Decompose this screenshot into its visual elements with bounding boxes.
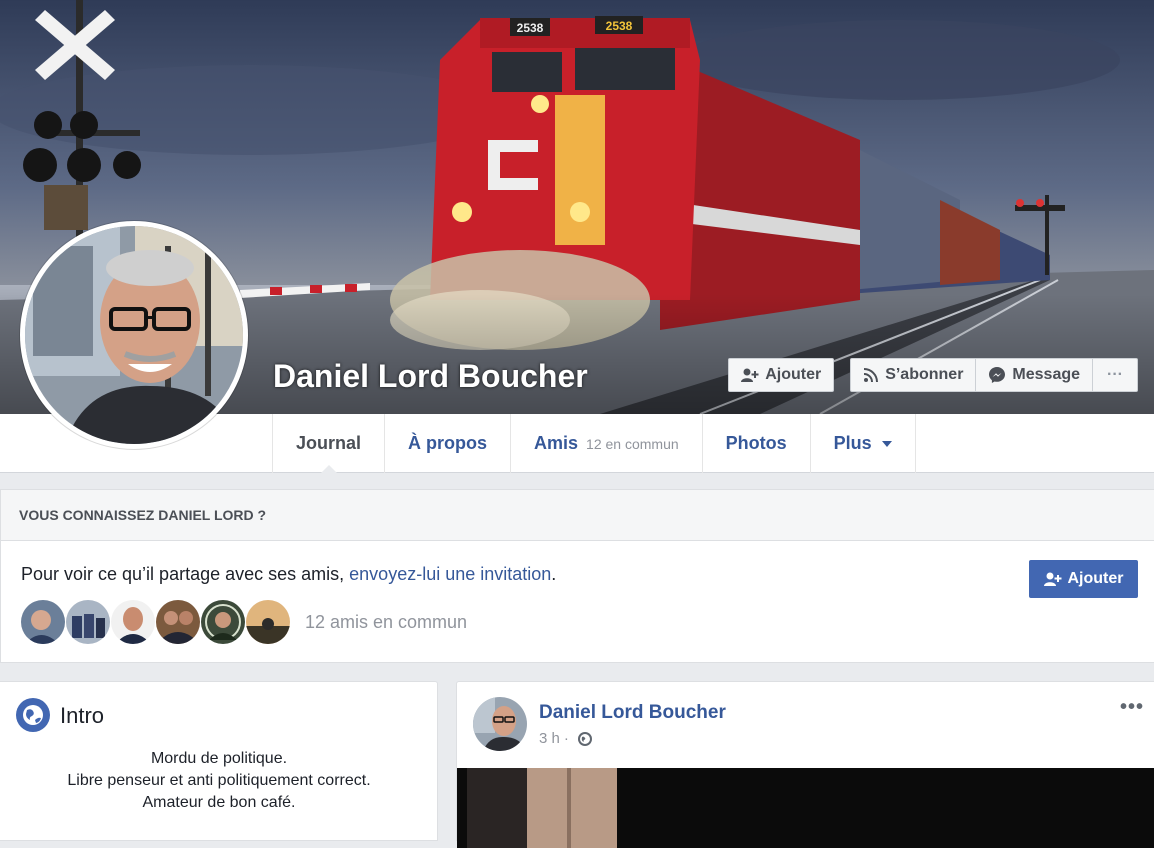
tab-about[interactable]: À propos xyxy=(384,414,510,473)
intro-bio-line: Libre penseur et anti politiquement corr… xyxy=(67,772,371,789)
add-friend-button[interactable]: Ajouter xyxy=(728,358,835,392)
mutual-friend-avatar[interactable] xyxy=(156,600,200,644)
tab-friends-mutual-count: 12 en commun xyxy=(586,435,679,452)
post-options-button[interactable]: ••• xyxy=(1120,696,1144,719)
mutual-friend-avatar[interactable] xyxy=(246,600,290,644)
mutual-friends-row: 12 amis en commun xyxy=(21,600,467,644)
add-friend-primary-button[interactable]: Ajouter xyxy=(1029,560,1138,598)
add-friend-label: Ajouter xyxy=(765,366,822,383)
know-card-text: Pour voir ce qu’il partage avec ses amis… xyxy=(21,564,556,585)
post-card: Daniel Lord Boucher 3 h · ••• xyxy=(456,681,1154,848)
tab-friends-label: Amis xyxy=(534,433,579,453)
globe-icon xyxy=(16,698,50,732)
profile-name[interactable]: Daniel Lord Boucher xyxy=(273,358,588,395)
caret-down-icon xyxy=(881,440,892,447)
tab-about-label: À propos xyxy=(408,433,488,453)
mutual-friend-avatar[interactable] xyxy=(201,600,245,644)
tab-photos-label: Photos xyxy=(725,433,787,453)
intro-bio-line: Amateur de bon café. xyxy=(142,794,296,811)
know-card-text-suffix: . xyxy=(551,564,557,584)
tab-journal-label: Journal xyxy=(296,433,362,453)
follow-label: S’abonner xyxy=(885,366,964,383)
profile-avatar[interactable] xyxy=(20,221,248,449)
add-friend-primary-label: Ajouter xyxy=(1067,570,1124,587)
tab-more-label: Plus xyxy=(833,433,872,453)
post-author-avatar[interactable] xyxy=(473,697,527,751)
mutual-friend-avatar[interactable] xyxy=(66,600,110,644)
intro-title: Intro xyxy=(60,703,105,728)
more-options-label: ··· xyxy=(1107,366,1123,383)
mutual-friend-avatar[interactable] xyxy=(21,600,65,644)
post-timestamp[interactable]: 3 h xyxy=(539,730,560,747)
post-meta: 3 h · xyxy=(539,730,593,747)
post-meta-separator: · xyxy=(563,730,569,747)
intro-bio-line: Mordu de politique. xyxy=(150,750,288,767)
add-friend-icon xyxy=(1043,572,1061,586)
tab-friends[interactable]: Amis 12 en commun xyxy=(510,414,702,473)
know-card-text-prefix: Pour voir ce qu’il partage avec ses amis… xyxy=(21,564,350,584)
messenger-icon xyxy=(989,367,1006,383)
svg-text:2538: 2538 xyxy=(606,19,633,33)
cover-actions: Ajouter S’abonner Message ··· xyxy=(728,358,1138,392)
globe-icon[interactable] xyxy=(577,731,593,747)
send-invitation-link[interactable]: envoyez-lui une invitation xyxy=(349,564,551,584)
post-author-name[interactable]: Daniel Lord Boucher xyxy=(539,702,726,724)
add-friend-icon xyxy=(741,368,759,382)
svg-text:2538: 2538 xyxy=(517,21,544,35)
tab-photos[interactable]: Photos xyxy=(701,414,810,473)
post-image[interactable] xyxy=(457,768,1154,848)
know-card-heading: VOUS CONNAISSEZ DANIEL LORD ? xyxy=(1,490,1154,541)
message-button[interactable]: Message xyxy=(976,358,1094,392)
rss-icon xyxy=(864,368,879,383)
follow-button[interactable]: S’abonner xyxy=(850,358,977,392)
tab-more[interactable]: Plus xyxy=(809,414,916,473)
mutual-friend-avatar[interactable] xyxy=(111,600,155,644)
tab-journal[interactable]: Journal xyxy=(272,414,384,474)
message-label: Message xyxy=(1012,366,1081,383)
intro-card: Intro Mordu de politique. Libre penseur … xyxy=(0,681,438,841)
intro-bio: Mordu de politique. Libre penseur et ant… xyxy=(0,748,438,814)
mutual-friends-count[interactable]: 12 amis en commun xyxy=(305,612,467,633)
know-card: VOUS CONNAISSEZ DANIEL LORD ? Pour voir … xyxy=(0,489,1154,663)
more-options-button[interactable]: ··· xyxy=(1093,358,1138,392)
avatar-photo xyxy=(25,226,243,444)
